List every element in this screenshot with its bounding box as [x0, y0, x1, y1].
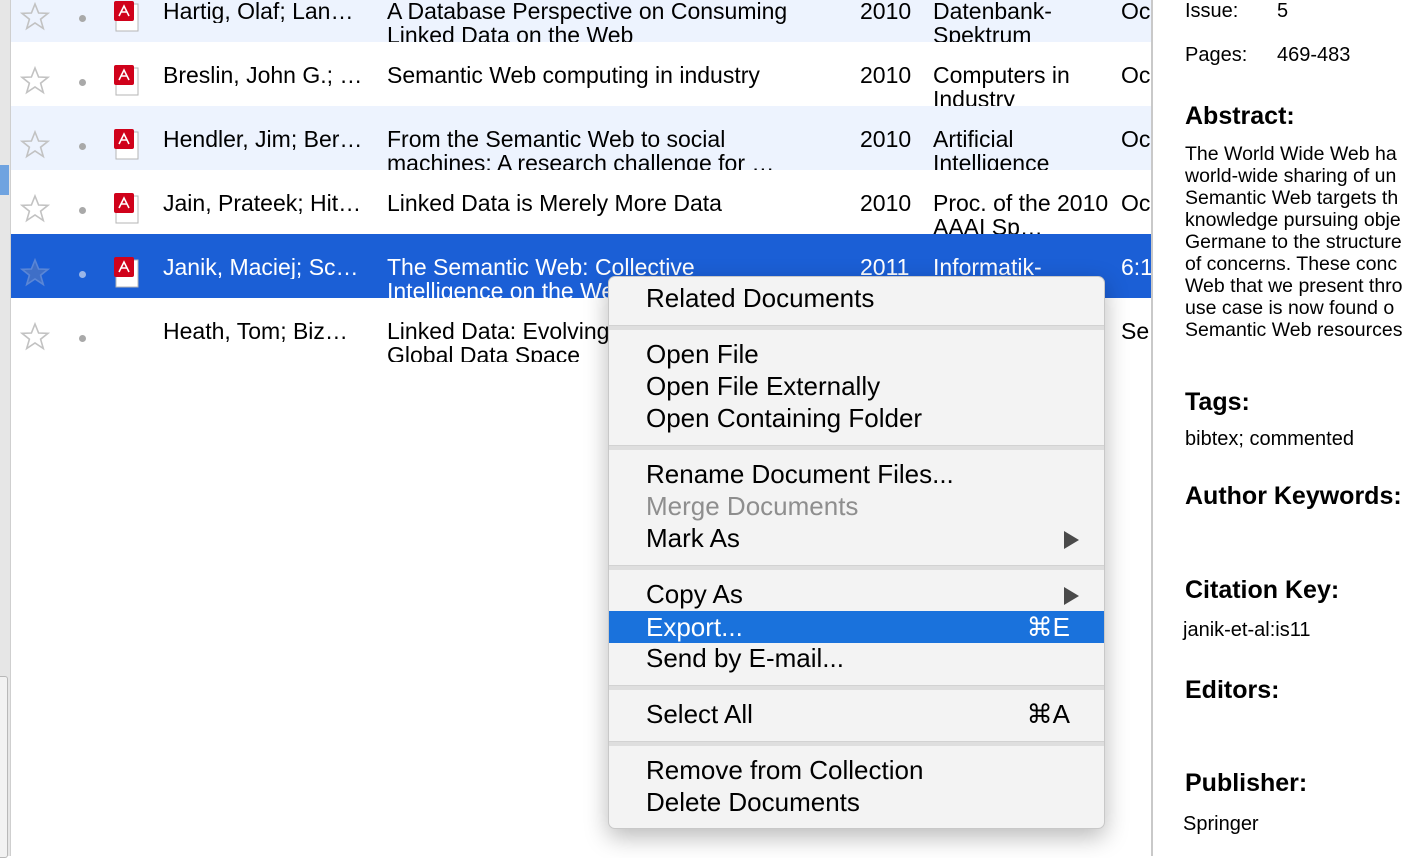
extra-cell: Oc: [1121, 127, 1151, 151]
menu-item-select-all[interactable]: Select All ⌘A: [609, 698, 1104, 730]
favorite-star-icon[interactable]: [19, 257, 51, 288]
abstract-line: Web that we present thro: [1185, 275, 1403, 297]
author-cell: Hendler, Jim; Ber…: [163, 127, 363, 151]
table-row[interactable]: Breslin, John G.; … Semantic Web computin…: [11, 42, 1151, 106]
menu-separator: [609, 741, 1104, 746]
citation-key-value[interactable]: janik-et-al:is11: [1183, 619, 1310, 641]
submenu-arrow-icon: [1064, 531, 1079, 549]
publication-cell: Datenbank-Spektrum: [933, 0, 1052, 42]
editors-heading: Editors:: [1185, 676, 1280, 704]
window-edge: [0, 0, 11, 858]
menu-item-related-documents[interactable]: Related Documents: [609, 282, 1104, 314]
author-cell: Heath, Tom; Biz…: [163, 319, 348, 343]
pdf-file-icon[interactable]: [114, 1, 142, 33]
author-cell: Hartig, Olaf; Lan…: [163, 0, 354, 23]
select-all-shortcut: ⌘A: [1026, 699, 1070, 729]
favorite-star-icon[interactable]: [19, 129, 51, 160]
favorite-star-icon[interactable]: [19, 65, 51, 96]
menu-item-merge-documents: Merge Documents: [646, 491, 859, 521]
abstract-line: Semantic Web resources: [1185, 319, 1403, 341]
menu-item-open-file[interactable]: Open File: [609, 338, 1104, 370]
extra-cell: Oc: [1121, 63, 1151, 87]
abstract-line: use case is now found o: [1185, 297, 1395, 319]
menu-item-open-containing-folder[interactable]: Open Containing Folder: [609, 402, 1104, 434]
citation-key-heading: Citation Key:: [1185, 576, 1340, 604]
table-row[interactable]: Hartig, Olaf; Lan… A Database Perspective…: [11, 0, 1151, 42]
menu-item-copy-as[interactable]: Copy As: [609, 578, 1104, 610]
menu-separator: [609, 685, 1104, 690]
pdf-file-icon[interactable]: [114, 65, 142, 97]
title-cell: Semantic Web computing in industry: [387, 63, 760, 88]
abstract-line: of concerns. These conc: [1185, 253, 1398, 275]
resize-handle[interactable]: [0, 676, 8, 858]
read-status-dot-icon[interactable]: [79, 143, 86, 150]
read-status-dot-icon[interactable]: [79, 207, 86, 214]
menu-item-remove-from-collection[interactable]: Remove from Collection: [609, 754, 1104, 786]
table-row[interactable]: Jain, Prateek; Hit… Linked Data is Merely…: [11, 170, 1151, 234]
author-keywords-heading: Author Keywords:: [1185, 482, 1402, 510]
export-shortcut: ⌘E: [1026, 612, 1070, 642]
details-panel: Issue: 5 Pages: 469-483 Abstract: The Wo…: [1153, 0, 1421, 856]
abstract-line: Germane to the structure: [1185, 231, 1402, 253]
publisher-value[interactable]: Springer: [1183, 813, 1259, 835]
favorite-star-icon[interactable]: [19, 193, 51, 224]
pages-label: Pages:: [1185, 44, 1248, 66]
abstract-heading: Abstract:: [1185, 102, 1295, 130]
read-status-dot-icon[interactable]: [79, 15, 86, 22]
publication-cell: Proc. of the 2010 AAAI Sp…: [933, 191, 1109, 234]
table-row[interactable]: Hendler, Jim; Ber… From the Semantic Web …: [11, 106, 1151, 170]
extra-cell: 6:1: [1121, 255, 1151, 279]
year-cell: 2010: [860, 127, 912, 151]
favorite-star-icon[interactable]: [19, 1, 51, 32]
favorite-star-icon[interactable]: [19, 321, 51, 352]
title-cell: From the Semantic Web to social machines…: [387, 127, 775, 170]
pages-value[interactable]: 469-483: [1277, 44, 1350, 66]
extra-cell: Se: [1121, 319, 1150, 343]
read-status-dot-icon[interactable]: [79, 79, 86, 86]
read-status-dot-icon[interactable]: [79, 271, 86, 278]
pdf-file-icon[interactable]: [114, 129, 142, 161]
context-menu: Related Documents Open File Open File Ex…: [608, 276, 1105, 829]
year-cell: 2010: [860, 0, 912, 23]
submenu-arrow-icon: [1064, 587, 1079, 605]
title-cell: Linked Data is Merely More Data: [387, 191, 722, 216]
menu-separator: [609, 565, 1104, 570]
abstract-line: The World Wide Web ha: [1185, 143, 1397, 165]
extra-cell: Oc: [1121, 0, 1151, 23]
extra-cell: Oc: [1121, 191, 1151, 215]
menu-item-delete-documents[interactable]: Delete Documents: [609, 786, 1104, 818]
abstract-text[interactable]: The World Wide Web ha world-wide sharing …: [1185, 143, 1421, 341]
publication-cell: Computers in Industry: [933, 63, 1070, 106]
publication-cell: Artificial Intelligence: [933, 127, 1050, 170]
menu-separator: [609, 325, 1104, 330]
year-cell: 2010: [860, 63, 912, 87]
menu-item-send-by-email[interactable]: Send by E-mail...: [609, 642, 1104, 674]
issue-value[interactable]: 5: [1277, 0, 1288, 22]
title-cell: A Database Perspective on Consuming Link…: [387, 0, 788, 42]
read-status-dot-icon[interactable]: [79, 335, 86, 342]
menu-item-export[interactable]: Export... ⌘E: [609, 611, 1104, 643]
publisher-heading: Publisher:: [1185, 769, 1308, 797]
abstract-line: world-wide sharing of un: [1185, 165, 1397, 187]
sidebar-selection-marker: [0, 165, 9, 195]
abstract-line: Semantic Web targets th: [1185, 187, 1399, 209]
menu-item-rename-document-files[interactable]: Rename Document Files...: [609, 458, 1104, 490]
abstract-line: knowledge pursuing obje: [1185, 209, 1401, 231]
issue-label: Issue:: [1185, 0, 1239, 22]
author-cell: Breslin, John G.; …: [163, 63, 363, 87]
pdf-file-icon[interactable]: [114, 193, 142, 225]
tags-heading: Tags:: [1185, 388, 1250, 416]
author-cell: Jain, Prateek; Hit…: [163, 191, 362, 215]
pdf-file-icon[interactable]: [114, 257, 142, 289]
menu-item-mark-as[interactable]: Mark As: [609, 522, 1104, 554]
menu-separator: [609, 445, 1104, 450]
menu-item-open-file-externally[interactable]: Open File Externally: [609, 370, 1104, 402]
tags-value[interactable]: bibtex; commented: [1185, 428, 1354, 450]
year-cell: 2010: [860, 191, 912, 215]
author-cell: Janik, Maciej; Sc…: [163, 255, 359, 279]
